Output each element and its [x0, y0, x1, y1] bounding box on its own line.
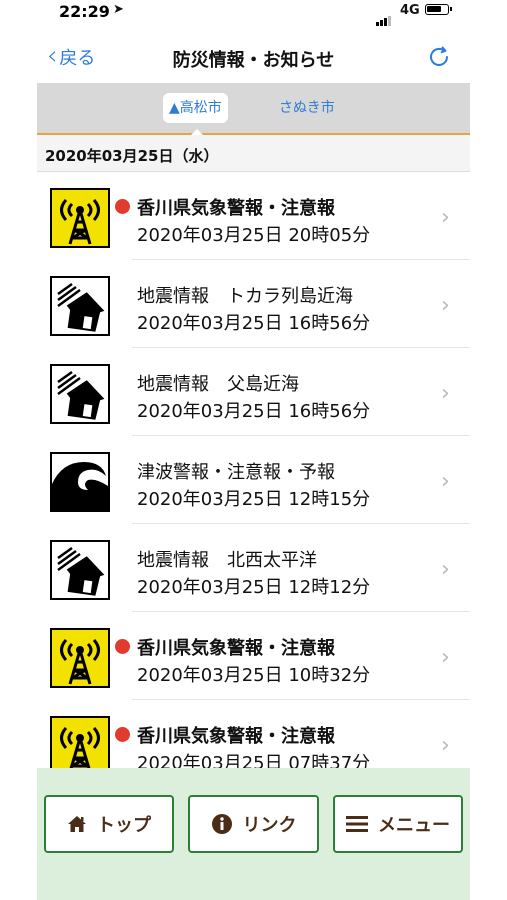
chevron-right-icon: ›: [441, 733, 450, 758]
item-time: 2020年03月25日 20時05分: [137, 225, 371, 246]
battery-icon: [425, 4, 452, 15]
city-segment-control: ▲高松市 さぬき市: [37, 83, 470, 137]
list-item[interactable]: 香川県気象警報・注意報 2020年03月25日 10時32分 ›: [37, 612, 470, 700]
chevron-right-icon: ›: [441, 293, 450, 318]
list-item[interactable]: 香川県気象警報・注意報 2020年03月25日 20時05分 ›: [37, 172, 470, 260]
weather-alert-tower-icon: [50, 628, 110, 688]
item-time: 2020年03月25日 12時12分: [137, 577, 371, 598]
list-item[interactable]: 地震情報 父島近海 2020年03月25日 16時56分 ›: [37, 348, 470, 436]
item-time: 2020年03月25日 12時15分: [137, 489, 371, 510]
section-date: 2020年03月25日（水）: [45, 147, 219, 165]
link-button[interactable]: リンク: [188, 795, 319, 853]
chevron-right-icon: ›: [441, 557, 450, 582]
item-time: 2020年03月25日 16時56分: [137, 313, 371, 334]
item-title: 香川県気象警報・注意報: [137, 198, 335, 219]
menu-button-label: メニュー: [378, 815, 450, 836]
signal-bars-icon: [376, 7, 392, 26]
earthquake-house-icon: [50, 364, 110, 424]
item-title: 地震情報 北西太平洋: [137, 550, 317, 571]
status-time: 22:29: [59, 2, 110, 21]
menu-button[interactable]: メニュー: [333, 795, 463, 853]
item-title: 香川県気象警報・注意報: [137, 726, 335, 747]
chevron-right-icon: ›: [441, 205, 450, 230]
list-item[interactable]: 地震情報 北西太平洋 2020年03月25日 12時12分 ›: [37, 524, 470, 612]
item-title: 香川県気象警報・注意報: [137, 638, 335, 659]
app-screen: 22:29 ➤ 4G ‹ 戻る 防災情報・お知らせ ▲高松市 さぬき市 2020…: [37, 0, 470, 900]
page-title: 防災情報・お知らせ: [172, 50, 335, 71]
status-bar: 22:29 ➤ 4G: [37, 0, 470, 26]
tab-takamatsu[interactable]: ▲高松市: [163, 93, 228, 123]
tsunami-wave-icon: [50, 452, 110, 512]
earthquake-house-icon: [50, 540, 110, 600]
list-item[interactable]: 津波警報・注意報・予報 2020年03月25日 12時15分 ›: [37, 436, 470, 524]
chevron-right-icon: ›: [441, 381, 450, 406]
item-time: 2020年03月25日 10時32分: [137, 665, 371, 686]
unread-dot: [115, 727, 130, 742]
item-title: 津波警報・注意報・予報: [137, 462, 335, 483]
item-time: 2020年03月25日 16時56分: [137, 401, 371, 422]
unread-dot: [115, 199, 130, 214]
location-arrow-icon: ➤: [113, 2, 124, 17]
item-title: 地震情報 父島近海: [137, 374, 299, 395]
network-type: 4G: [400, 3, 420, 18]
home-icon: [68, 816, 86, 832]
refresh-icon[interactable]: [426, 44, 452, 70]
chevron-right-icon: ›: [441, 645, 450, 670]
earthquake-house-icon: [50, 276, 110, 336]
hamburger-menu-icon: [346, 816, 368, 832]
item-title: 地震情報 トカラ列島近海: [137, 286, 353, 307]
navigation-bar: ‹ 戻る 防災情報・お知らせ: [37, 34, 470, 80]
top-button-label: トップ: [97, 815, 151, 836]
bottom-toolbar: トップ リンク メニュー: [37, 768, 470, 900]
chevron-right-icon: ›: [441, 469, 450, 494]
link-button-label: リンク: [242, 815, 297, 836]
weather-alert-tower-icon: [50, 188, 110, 248]
unread-dot: [115, 639, 130, 654]
top-button[interactable]: トップ: [44, 795, 174, 853]
section-date-header: 2020年03月25日（水）: [37, 135, 470, 172]
tab-sanuki[interactable]: さぬき市: [273, 93, 341, 123]
weather-alert-tower-icon: [50, 716, 110, 776]
list-item[interactable]: 地震情報 トカラ列島近海 2020年03月25日 16時56分 ›: [37, 260, 470, 348]
info-icon: [211, 814, 232, 834]
